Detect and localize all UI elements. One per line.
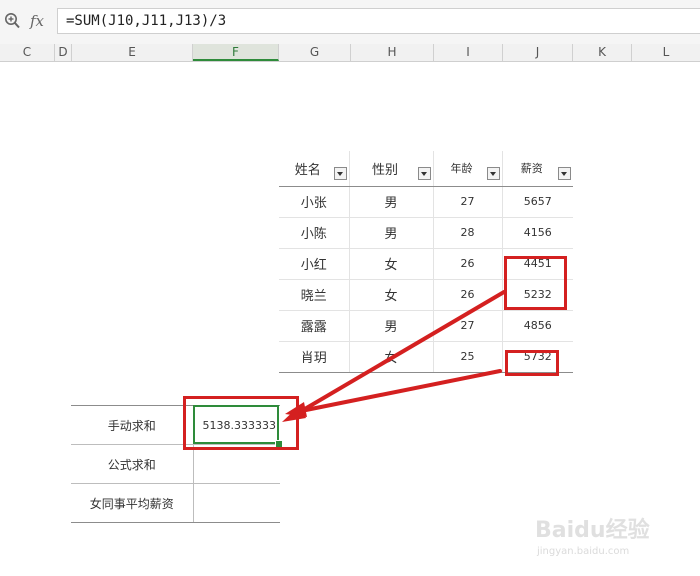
column-header-g[interactable]: G xyxy=(279,44,351,61)
cell-age[interactable]: 25 xyxy=(433,341,503,373)
cell-name[interactable]: 小红 xyxy=(279,248,350,280)
column-header-l[interactable]: L xyxy=(632,44,700,61)
formula-bar: fx =SUM(J10,J11,J13)/3 xyxy=(0,0,700,45)
fill-handle[interactable] xyxy=(275,440,283,448)
cell-salary[interactable]: 5732 xyxy=(502,341,573,373)
summary-row: 手动求和 5138.333333 xyxy=(71,405,280,445)
table-row: 露露 男 27 4856 xyxy=(279,310,573,342)
cell-age[interactable]: 27 xyxy=(433,310,503,342)
header-gender-label: 性别 xyxy=(371,162,398,178)
cell-age[interactable]: 27 xyxy=(433,186,503,218)
formula-input[interactable]: =SUM(J10,J11,J13)/3 xyxy=(57,8,700,34)
cell-gender[interactable]: 男 xyxy=(349,217,434,249)
cell-salary[interactable]: 5657 xyxy=(502,186,573,218)
cell-salary[interactable]: 5232 xyxy=(502,279,573,311)
summary-row: 女同事平均薪资 xyxy=(71,483,280,523)
baidu-watermark: Baidu经验 jingyan.baidu.com xyxy=(535,508,685,568)
summary-label[interactable]: 手动求和 xyxy=(71,405,194,445)
cell-age[interactable]: 28 xyxy=(433,217,503,249)
cell-name[interactable]: 小陈 xyxy=(279,217,350,249)
column-header-e[interactable]: E xyxy=(72,44,193,61)
table-row: 小红 女 26 4451 xyxy=(279,248,573,280)
cell-gender[interactable]: 女 xyxy=(349,279,434,311)
cell-gender[interactable]: 女 xyxy=(349,341,434,373)
header-name-label: 姓名 xyxy=(294,162,321,178)
cell-age[interactable]: 26 xyxy=(433,248,503,280)
cell-name[interactable]: 肖玥 xyxy=(279,341,350,373)
header-gender[interactable]: 性别 xyxy=(349,151,434,187)
filter-dropdown-icon[interactable] xyxy=(417,167,431,180)
summary-row: 公式求和 xyxy=(71,444,280,484)
column-header-f[interactable]: F xyxy=(193,44,279,61)
summary-value-female-average[interactable] xyxy=(193,483,280,523)
cell-salary[interactable]: 4856 xyxy=(502,310,573,342)
filter-dropdown-icon[interactable] xyxy=(558,167,571,180)
header-row: 姓名 性别 年龄 薪资 xyxy=(279,151,573,187)
cell-salary[interactable]: 4156 xyxy=(502,217,573,249)
watermark-url: jingyan.baidu.com xyxy=(537,546,630,557)
cell-gender[interactable]: 男 xyxy=(349,186,434,218)
filter-dropdown-icon[interactable] xyxy=(486,167,500,180)
table-row: 小陈 男 28 4156 xyxy=(279,217,573,249)
column-header-c[interactable]: C xyxy=(0,44,55,61)
column-header-d[interactable]: D xyxy=(55,44,72,61)
header-salary-label: 薪资 xyxy=(520,162,543,176)
table-row: 晓兰 女 26 5232 xyxy=(279,279,573,311)
summary-label[interactable]: 女同事平均薪资 xyxy=(71,483,194,523)
watermark-brand: Baidu经验 xyxy=(535,518,650,543)
table-row: 小张 男 27 5657 xyxy=(279,186,573,218)
header-salary[interactable]: 薪资 xyxy=(502,151,573,187)
column-header-k[interactable]: K xyxy=(573,44,632,61)
summary-table: 手动求和 5138.333333 公式求和 女同事平均薪资 xyxy=(71,405,280,523)
cell-gender[interactable]: 女 xyxy=(349,248,434,280)
header-age-label: 年龄 xyxy=(450,162,473,176)
summary-value-formula-sum[interactable] xyxy=(193,444,280,484)
column-header-j[interactable]: J xyxy=(503,44,573,61)
cell-salary[interactable]: 4451 xyxy=(502,248,573,280)
column-header-i[interactable]: I xyxy=(434,44,503,61)
cell-gender[interactable]: 男 xyxy=(349,310,434,342)
zoom-icon[interactable] xyxy=(4,12,20,30)
fx-icon[interactable]: fx xyxy=(30,12,44,30)
cell-name[interactable]: 晓兰 xyxy=(279,279,350,311)
table-row: 肖玥 女 25 5732 xyxy=(279,341,573,373)
column-header-h[interactable]: H xyxy=(351,44,434,61)
cell-name[interactable]: 小张 xyxy=(279,186,350,218)
employee-table: 姓名 性别 年龄 薪资 小张 男 27 5657 小陈 男 28 4156 小红… xyxy=(279,151,573,373)
summary-label[interactable]: 公式求和 xyxy=(71,444,194,484)
header-name[interactable]: 姓名 xyxy=(279,151,350,187)
header-age[interactable]: 年龄 xyxy=(433,151,503,187)
cell-age[interactable]: 26 xyxy=(433,279,503,311)
cell-name[interactable]: 露露 xyxy=(279,310,350,342)
filter-dropdown-icon[interactable] xyxy=(333,167,347,180)
summary-value-manual-sum[interactable]: 5138.333333 xyxy=(193,405,280,445)
column-header: C D E F G H I J K L xyxy=(0,44,700,62)
